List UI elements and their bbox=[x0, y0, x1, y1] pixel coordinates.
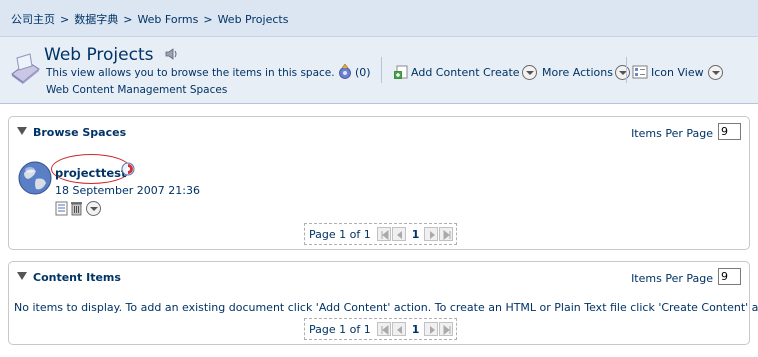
breadcrumb-item-web-projects[interactable]: Web Projects bbox=[218, 13, 289, 26]
current-page: 1 bbox=[411, 227, 420, 241]
delete-icon[interactable] bbox=[70, 201, 83, 216]
more-actions-label[interactable]: More Actions bbox=[542, 66, 613, 79]
prev-page-icon[interactable] bbox=[391, 227, 406, 241]
view-mode-menu[interactable]: Icon View bbox=[632, 63, 723, 81]
more-icon[interactable] bbox=[86, 201, 101, 216]
next-page-icon[interactable] bbox=[424, 322, 439, 336]
items-per-page-label: Items Per Page bbox=[631, 272, 713, 285]
details-icon[interactable] bbox=[55, 201, 68, 216]
breadcrumb-item-web-forms[interactable]: Web Forms bbox=[137, 13, 198, 26]
toolbar-divider bbox=[626, 57, 627, 83]
pager-text: Page 1 of 1 bbox=[309, 322, 371, 336]
first-page-icon[interactable] bbox=[376, 227, 391, 241]
pager-text: Page 1 of 1 bbox=[309, 227, 371, 241]
content-items-pager: Page 1 of 1 1 bbox=[304, 318, 458, 340]
view-icon bbox=[632, 65, 648, 79]
breadcrumb-separator: > bbox=[60, 13, 70, 26]
items-per-page-input[interactable] bbox=[718, 123, 741, 140]
space-actions bbox=[55, 201, 101, 216]
toolbar-divider bbox=[381, 57, 382, 83]
space-name-link[interactable]: projecttest bbox=[55, 166, 127, 180]
info-icon[interactable] bbox=[121, 162, 135, 176]
last-page-icon[interactable] bbox=[439, 322, 454, 336]
collapse-toggle-icon[interactable] bbox=[17, 127, 27, 135]
rss-control[interactable]: (0) bbox=[338, 63, 371, 81]
page-title: Web Projects bbox=[44, 45, 154, 65]
more-actions-menu[interactable]: More Actions bbox=[542, 63, 630, 81]
browse-spaces-pager: Page 1 of 1 1 bbox=[304, 223, 458, 245]
rss-icon[interactable] bbox=[338, 64, 352, 80]
space-header: Web Projects This view allows you to bro… bbox=[0, 37, 758, 104]
last-page-icon[interactable] bbox=[439, 227, 454, 241]
content-items-panel: Content Items Items Per Page No items to… bbox=[8, 261, 758, 345]
space-icon bbox=[11, 53, 40, 84]
first-page-icon[interactable] bbox=[376, 322, 391, 336]
breadcrumb-separator: > bbox=[123, 13, 133, 26]
items-per-page-label: Items Per Page bbox=[631, 127, 713, 140]
breadcrumb: 公司主页 > 数据字典 > Web Forms > Web Projects bbox=[11, 11, 288, 27]
breadcrumb-item-home[interactable]: 公司主页 bbox=[11, 13, 55, 26]
icon-view-label[interactable]: Icon View bbox=[651, 66, 704, 79]
speaker-icon[interactable] bbox=[164, 47, 178, 61]
add-content-button[interactable]: Add Content bbox=[394, 63, 480, 81]
add-content-icon bbox=[394, 65, 408, 79]
create-label[interactable]: Create bbox=[483, 66, 520, 79]
next-page-icon[interactable] bbox=[424, 227, 439, 241]
space-modified-date: 18 September 2007 21:36 bbox=[55, 184, 200, 197]
empty-message: No items to display. To add an existing … bbox=[14, 301, 758, 314]
create-menu[interactable]: Create bbox=[483, 63, 537, 81]
collapse-toggle-icon[interactable] bbox=[17, 272, 27, 280]
globe-icon[interactable] bbox=[18, 161, 52, 195]
chevron-down-icon[interactable] bbox=[707, 64, 723, 80]
current-page: 1 bbox=[411, 322, 420, 336]
breadcrumb-bar: 公司主页 > 数据字典 > Web Forms > Web Projects bbox=[0, 0, 758, 37]
chevron-down-icon[interactable] bbox=[521, 64, 537, 80]
page-subtitle: Web Content Management Spaces bbox=[46, 84, 228, 96]
chevron-down-icon[interactable] bbox=[614, 64, 630, 80]
add-content-label[interactable]: Add Content bbox=[411, 66, 480, 79]
breadcrumb-item-data-dictionary[interactable]: 数据字典 bbox=[74, 13, 118, 26]
browse-spaces-title: Browse Spaces bbox=[33, 126, 127, 139]
items-per-page-input[interactable] bbox=[718, 268, 741, 285]
prev-page-icon[interactable] bbox=[391, 322, 406, 336]
page-description: This view allows you to browse the items… bbox=[46, 67, 335, 79]
rss-count: (0) bbox=[355, 65, 371, 79]
browse-spaces-panel: Browse Spaces Items Per Page projecttest… bbox=[8, 116, 750, 250]
content-items-title: Content Items bbox=[33, 271, 121, 284]
breadcrumb-separator: > bbox=[203, 13, 213, 26]
